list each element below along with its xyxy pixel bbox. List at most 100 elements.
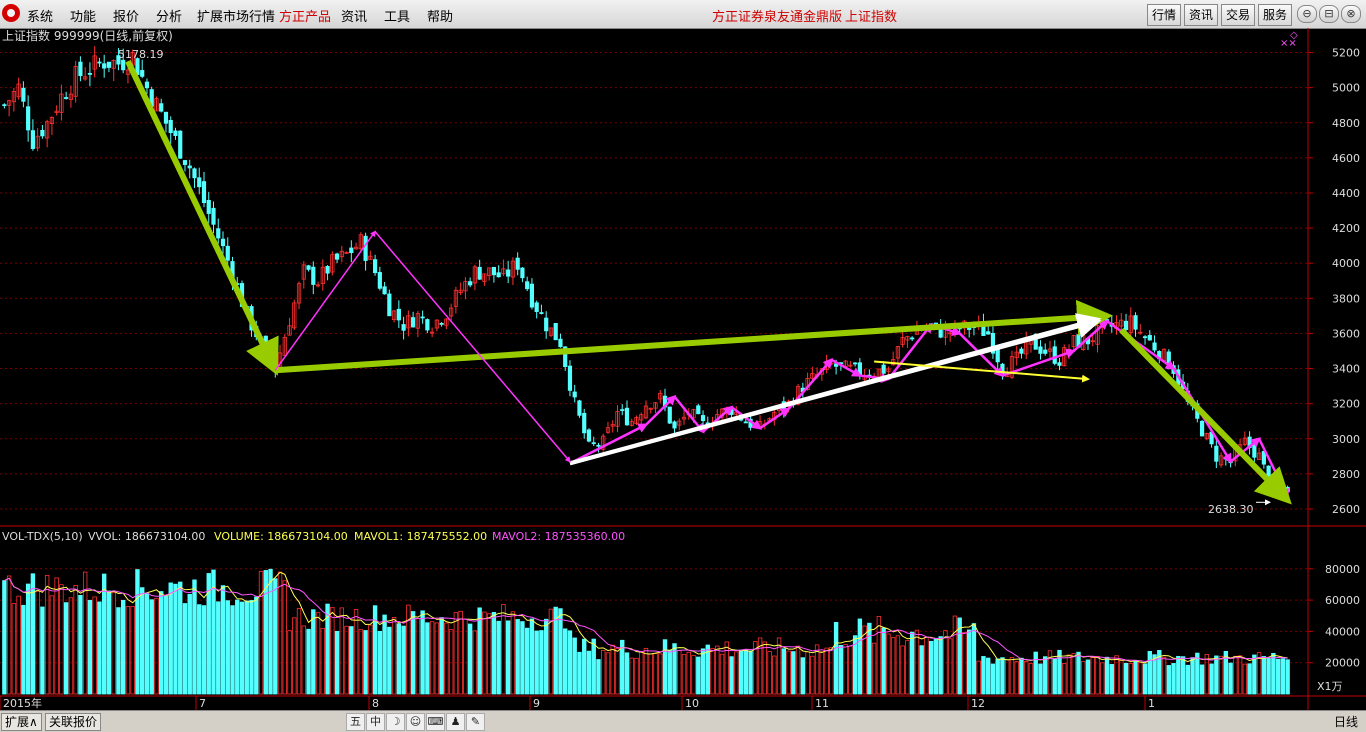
menu-item[interactable]: 资讯 [341, 6, 367, 25]
volume-tick-label: 40000 [1325, 625, 1360, 638]
candle-body [1123, 320, 1129, 331]
green-trend-arrow [1119, 327, 1292, 505]
volume-bar [1095, 656, 1100, 695]
candle-body [620, 409, 625, 411]
volume-bar [767, 651, 772, 695]
volume-bar [567, 630, 573, 695]
candle-body [178, 130, 183, 159]
candle-body [411, 317, 416, 328]
volume-bar [1133, 660, 1138, 695]
kline-chart[interactable]: 2600 2800 3000 3200 3400 3600 3800 4000 4200 4400… [0, 28, 1366, 710]
candle-body [743, 421, 748, 424]
price-tick-label: 5200 [1332, 47, 1360, 60]
candle-body [986, 331, 991, 335]
app-logo-icon[interactable] [2, 4, 20, 22]
menu-item[interactable]: 报价 [113, 6, 139, 25]
candle-body [377, 272, 382, 289]
magenta-arrow [1002, 348, 1077, 377]
candle-body [933, 322, 939, 325]
price-tick-label: 4600 [1332, 152, 1360, 165]
wrench-icon[interactable]: ✎ [466, 713, 485, 731]
volume-tick-label: 20000 [1325, 657, 1360, 670]
candle-body [401, 324, 406, 331]
volume-bar [273, 578, 278, 695]
menu-item[interactable]: 扩展市场行情 [197, 6, 275, 25]
chinese-input-icon[interactable]: 中 [366, 713, 385, 731]
candle-body [582, 412, 587, 434]
volume-bar [843, 644, 848, 695]
five-stroke-input-icon[interactable]: 五 [346, 713, 365, 731]
volume-bar [1123, 662, 1129, 695]
volume-bar [1014, 661, 1019, 695]
candle-body [881, 364, 886, 374]
expand-tab[interactable]: 扩展∧ [1, 713, 42, 731]
volume-bar [120, 599, 126, 695]
volume-bar [182, 603, 188, 695]
volume-bar [372, 605, 378, 695]
volume-bar [743, 649, 749, 695]
candle-body [525, 281, 530, 290]
period-label[interactable]: 日线 [1334, 713, 1358, 730]
close-icon[interactable]: ⊗ [1341, 5, 1361, 23]
volume-bar [1218, 655, 1224, 695]
menu-item[interactable]: 系统 [27, 6, 53, 25]
price-tick-label: 4400 [1332, 187, 1360, 200]
volume-bar [563, 628, 568, 695]
volume-bar [539, 630, 544, 695]
toolbar-trade-button[interactable]: 交易 [1221, 4, 1256, 26]
menu-item[interactable]: 方正产品 [279, 6, 331, 25]
volume-bar [1066, 654, 1072, 695]
volume-bar [1171, 663, 1176, 695]
volume-bar [344, 625, 349, 695]
magenta-trend-arrow [374, 231, 571, 463]
candle-body [168, 119, 173, 134]
minimize-icon[interactable]: ⊖ [1297, 5, 1317, 23]
candle-body [382, 286, 387, 295]
volume-bar [296, 607, 302, 695]
keyboard-icon[interactable]: ⌨ [426, 713, 445, 731]
date-label: 8 [372, 697, 379, 710]
smile-icon[interactable]: ☺ [406, 713, 425, 731]
volume-bar [719, 653, 725, 695]
menu-item[interactable]: 工具 [384, 6, 410, 25]
volume-bar [848, 645, 853, 695]
volume-bar [396, 623, 402, 695]
volume-bar [97, 601, 102, 695]
candle-body [544, 317, 549, 332]
mavol2-value: MAVOL2: 187535360.00 [492, 530, 625, 543]
status-bar: 扩展∧ 关联报价 五 中 ☽ ☺ ⌨ ♟ ✎ 日线 [0, 710, 1366, 732]
volume-bar [1190, 657, 1195, 695]
moon-icon[interactable]: ☽ [386, 713, 405, 731]
toolbar-news-button[interactable]: 资讯 [1184, 4, 1219, 26]
candle-body [387, 293, 392, 317]
volume-bar [482, 611, 487, 695]
candle-body [97, 61, 102, 64]
restore-icon[interactable]: ⊟ [1319, 5, 1339, 23]
volume-bar [1038, 663, 1043, 695]
volume-bar [101, 573, 107, 695]
price-axis: 2600 2800 3000 3200 3400 3600 3800 4000 4200 4400… [1308, 47, 1360, 670]
volume-bar [700, 648, 706, 695]
person-icon[interactable]: ♟ [446, 713, 465, 731]
candle-body [187, 165, 192, 169]
candle-body [173, 130, 178, 136]
volume-bar [876, 616, 882, 695]
volume-bar [914, 629, 920, 695]
date-label: 11 [815, 697, 829, 710]
volume-bar [520, 621, 525, 695]
volume-bar [648, 653, 653, 695]
volume-bar [201, 605, 207, 695]
volume-bar [857, 618, 863, 695]
menu-item[interactable]: 功能 [70, 6, 96, 25]
menu-item[interactable]: 分析 [156, 6, 182, 25]
volume-bar [871, 642, 877, 695]
volume-bar [710, 648, 715, 695]
related-quotes-tab[interactable]: 关联报价 [45, 713, 102, 731]
toolbar-service-button[interactable]: 服务 [1258, 4, 1293, 26]
toolbar-quotes-button[interactable]: 行情 [1147, 4, 1182, 26]
volume-bar [477, 607, 482, 695]
menu-item[interactable]: 帮助 [427, 6, 453, 25]
price-tick-label: 3400 [1332, 363, 1360, 376]
volume-bar [1043, 656, 1048, 695]
candlesticks [2, 46, 1290, 496]
